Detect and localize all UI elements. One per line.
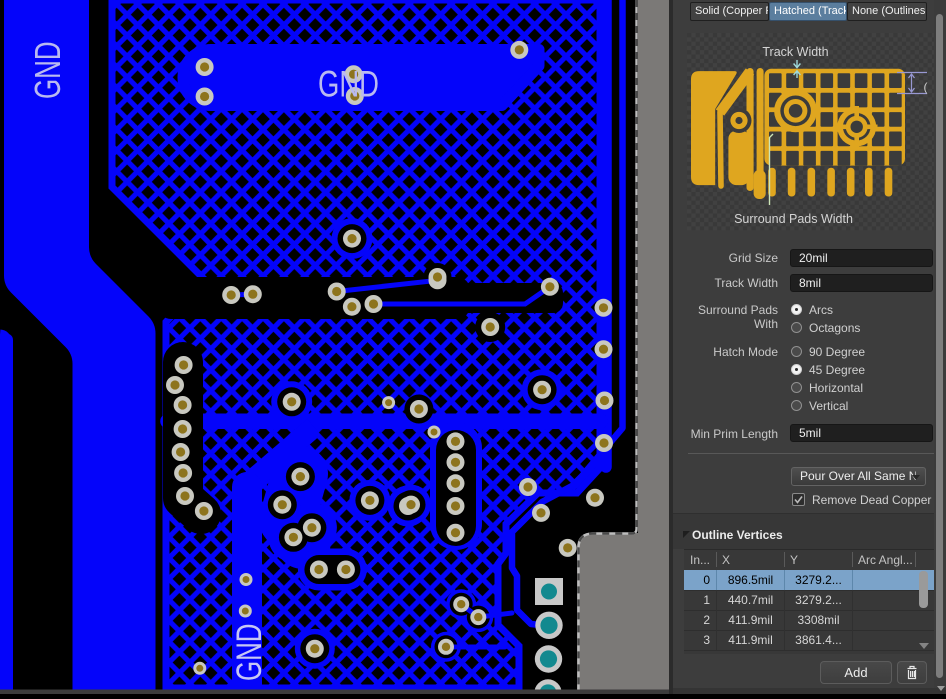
svg-text:Track Width: Track Width xyxy=(762,45,828,59)
svg-text:GND: GND xyxy=(27,41,68,99)
svg-text:(: ( xyxy=(924,80,928,94)
svg-text:GND: GND xyxy=(229,624,269,682)
svg-text:GND: GND xyxy=(318,64,379,105)
svg-text:Surround Pads Width: Surround Pads Width xyxy=(734,212,853,226)
